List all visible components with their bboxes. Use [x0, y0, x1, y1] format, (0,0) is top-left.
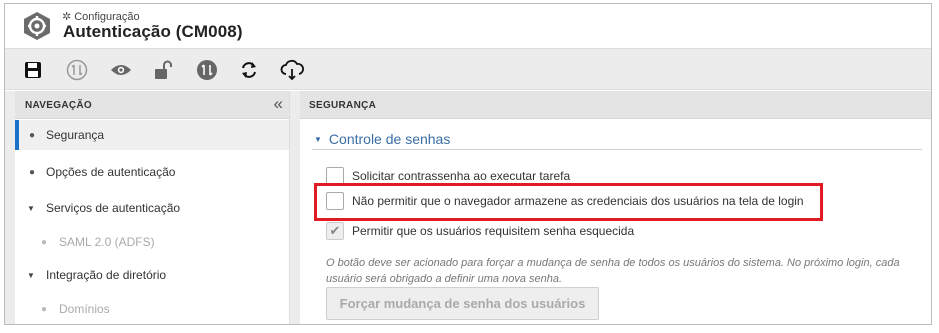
nav-item-label: SAML 2.0 (ADFS) — [59, 235, 155, 249]
nav-item-integracao-diretorio[interactable]: ▼ Integração de diretório — [15, 260, 289, 290]
app-window: ✲ Configuração Autenticação (CM008) NAVE… — [4, 3, 932, 325]
security-header: SEGURANÇA — [300, 91, 931, 119]
option-label: Solicitar contrassenha ao executar taref… — [352, 169, 571, 183]
security-panel: SEGURANÇA ▼ Controle de senhas Solicitar… — [300, 91, 931, 324]
highlight-box — [314, 183, 823, 221]
option-label: Permitir que os usuários requisitem senh… — [352, 224, 635, 238]
caret-down-icon: ▼ — [314, 134, 322, 144]
save-icon[interactable] — [21, 58, 45, 82]
nav-item-dominios[interactable]: ● Domínios — [15, 294, 289, 324]
refresh-icon[interactable] — [237, 58, 261, 82]
toolbar — [5, 48, 931, 90]
nav-item-opcoes-autenticacao[interactable]: ● Opções de autenticação — [15, 157, 289, 187]
section-toggle[interactable]: ▼ Controle de senhas — [314, 131, 450, 147]
app-logo-icon — [24, 12, 50, 40]
cloud-download-icon[interactable] — [280, 58, 304, 82]
navigation-header: NAVEGAÇÃO « — [15, 91, 289, 119]
nav-item-label: Integração de diretório — [46, 268, 167, 282]
sync-icon[interactable] — [195, 58, 219, 82]
nav-item-label: Serviços de autenticação — [46, 201, 181, 215]
nav-item-label: Domínios — [59, 302, 110, 316]
caret-down-icon[interactable]: ▼ — [27, 271, 35, 280]
breadcrumb-label[interactable]: Configuração — [74, 11, 139, 23]
nav-item-servicos-autenticacao[interactable]: ▼ Serviços de autenticação — [15, 193, 289, 223]
navigation-heading: NAVEGAÇÃO — [25, 100, 92, 111]
nav-item-seguranca[interactable]: ● Segurança — [15, 120, 289, 150]
bullet-icon: ● — [29, 166, 36, 178]
section-divider — [312, 149, 922, 150]
nav-item-saml[interactable]: ● SAML 2.0 (ADFS) — [15, 227, 289, 257]
force-password-note: O botão deve ser acionado para forçar a … — [326, 257, 900, 285]
nav-item-label: Opções de autenticação — [46, 165, 176, 179]
navigation-panel: NAVEGAÇÃO « ● Segurança ● Opções de aute… — [15, 91, 290, 324]
security-heading: SEGURANÇA — [309, 100, 377, 111]
nav-item-label: Segurança — [46, 128, 105, 142]
caret-down-icon[interactable]: ▼ — [27, 204, 35, 213]
page-title: Autenticação (CM008) — [63, 22, 243, 41]
bullet-icon: ● — [41, 303, 48, 315]
bullet-icon: ● — [29, 129, 36, 141]
force-password-change-button[interactable]: Forçar mudança de senha dos usuários — [326, 287, 599, 320]
sync-disabled-icon[interactable] — [65, 58, 89, 82]
eye-icon[interactable] — [109, 58, 133, 82]
bullet-icon: ● — [41, 236, 48, 248]
collapse-icon[interactable]: « — [274, 95, 283, 113]
unlock-icon[interactable] — [151, 58, 175, 82]
header: ✲ Configuração Autenticação (CM008) — [5, 4, 931, 48]
option-senha-esquecida: ✔ Permitir que os usuários requisitem se… — [326, 222, 634, 240]
checkbox-senha-esquecida[interactable]: ✔ — [326, 222, 344, 240]
section-title: Controle de senhas — [328, 131, 451, 147]
